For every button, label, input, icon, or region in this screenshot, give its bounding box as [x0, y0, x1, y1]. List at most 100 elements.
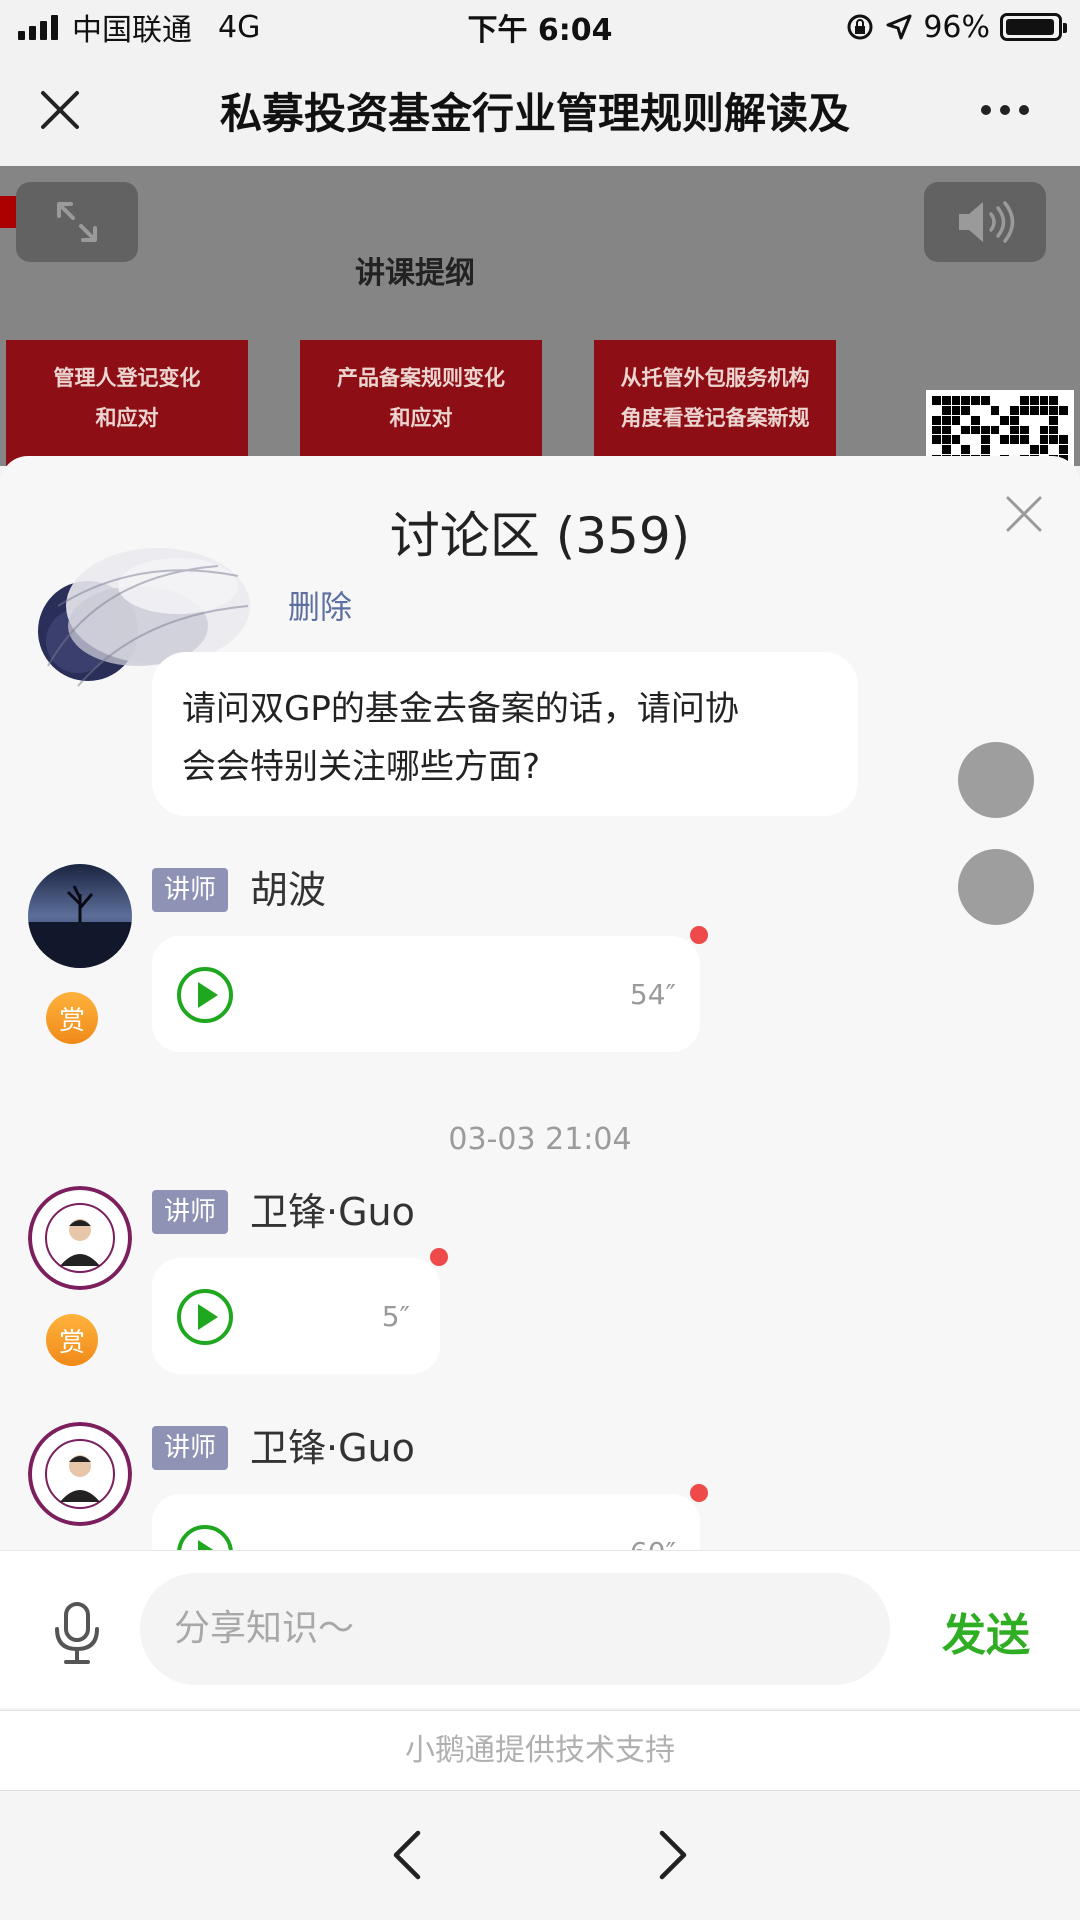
page-title: 私募投资基金行业管理规则解读及	[220, 88, 851, 138]
close-icon[interactable]	[1002, 492, 1046, 536]
video-player[interactable]: 讲课提纲 管理人登记变化 和应对 产品备案规则变化 和应对 从托管外包服务机构 …	[0, 166, 1080, 466]
avatar-image	[28, 864, 132, 968]
slide-box-line: 角度看登记备案新规	[620, 405, 810, 430]
slide-box-line: 从托管外包服务机构	[620, 365, 810, 390]
qr-cell	[971, 396, 980, 405]
qr-cell	[990, 435, 1000, 445]
qr-cell	[980, 415, 990, 425]
more-dot-icon	[1019, 105, 1029, 115]
qr-cell	[1039, 396, 1049, 405]
qr-cell	[951, 445, 961, 455]
slide-outline-box: 从托管外包服务机构 角度看登记备案新规	[594, 340, 836, 466]
qr-cell	[1010, 445, 1020, 455]
reward-button[interactable]: 赏	[46, 992, 98, 1044]
question-text: 请问双GP的基金去备案的话，请问协	[182, 689, 739, 729]
qr-cell	[1010, 415, 1020, 425]
network-label: 4G	[218, 9, 261, 45]
qr-cell	[941, 415, 951, 425]
qr-cell	[980, 425, 990, 435]
status-bar: 中国联通 4G 下午 6:04 96%	[0, 0, 1080, 54]
qr-cell	[990, 445, 1000, 455]
qr-cell	[961, 445, 971, 455]
qr-cell	[1039, 405, 1049, 415]
qr-cell	[1049, 415, 1059, 425]
battery-icon	[1000, 13, 1067, 41]
qr-cell	[1059, 415, 1068, 425]
more-button[interactable]	[930, 54, 1080, 166]
voice-duration: 54″	[629, 978, 676, 1011]
qr-cell	[1049, 435, 1059, 445]
back-arrow-icon[interactable]	[378, 1825, 438, 1885]
delete-link[interactable]: 删除	[288, 582, 352, 628]
battery-fill	[1006, 19, 1054, 35]
voice-bubble[interactable]: 5″	[152, 1248, 448, 1374]
qr-cell	[1000, 405, 1010, 415]
qr-cell	[932, 415, 941, 425]
play-icon[interactable]	[176, 1524, 234, 1550]
qr-cell	[990, 415, 1000, 425]
qr-cell	[941, 396, 951, 405]
question-message: 请问双GP的基金去备案的话，请问协 会会特别关注哪些方面?	[152, 652, 858, 816]
qr-cell	[1000, 415, 1010, 425]
unread-dot	[690, 1484, 708, 1502]
avatar	[28, 864, 132, 968]
qr-cell	[1029, 445, 1039, 455]
nav-bar: 私募投资基金行业管理规则解读及	[0, 54, 1080, 166]
qr-cell	[1029, 396, 1039, 405]
unread-dot	[430, 1248, 448, 1266]
qr-cell	[961, 425, 971, 435]
qr-cell	[971, 435, 980, 445]
voice-bubble[interactable]: 60″	[152, 1484, 708, 1550]
qr-cell	[1000, 445, 1010, 455]
qr-cell	[1059, 425, 1068, 435]
status-left: 中国联通 4G	[18, 5, 260, 49]
qr-cell	[961, 415, 971, 425]
qr-cell	[951, 425, 961, 435]
qr-cell	[1020, 425, 1029, 435]
forward-arrow-icon[interactable]	[642, 1825, 702, 1885]
microphone-icon[interactable]	[52, 1601, 102, 1665]
qr-cell	[1059, 445, 1068, 455]
voice-bubble[interactable]: 54″	[152, 926, 708, 1052]
role-tag: 讲师	[152, 1426, 229, 1470]
qr-cell	[1020, 445, 1029, 455]
qr-cell	[990, 405, 1000, 415]
qr-cell	[1010, 425, 1020, 435]
qr-cell	[980, 435, 990, 445]
slide-decoration	[0, 196, 16, 228]
comment-input[interactable]: 分享知识～	[140, 1573, 890, 1685]
play-icon[interactable]	[176, 966, 234, 1024]
qr-cell	[971, 415, 980, 425]
qr-cell	[1059, 405, 1068, 415]
send-button[interactable]: 发送	[942, 1599, 1030, 1663]
slide-box-line: 产品备案规则变化	[337, 365, 505, 390]
signal-icon	[18, 14, 58, 40]
floating-button[interactable]	[958, 849, 1034, 925]
qr-cell	[961, 435, 971, 445]
role-tag: 讲师	[152, 1190, 229, 1234]
close-button[interactable]	[0, 54, 120, 166]
avatar	[28, 1186, 132, 1290]
qr-cell	[1010, 405, 1020, 415]
qr-cell	[1020, 415, 1029, 425]
play-icon[interactable]	[176, 1288, 234, 1346]
floating-button[interactable]	[958, 742, 1034, 818]
qr-cell	[971, 405, 980, 415]
qr-cell	[1049, 396, 1059, 405]
qr-cell	[951, 405, 961, 415]
qr-cell	[1000, 425, 1010, 435]
slide-box-line: 和应对	[389, 405, 453, 430]
qr-cell	[941, 435, 951, 445]
question-text: 会会特别关注哪些方面?	[182, 747, 541, 787]
qr-cell	[932, 435, 941, 445]
carrier-label: 中国联通	[72, 13, 192, 48]
fullscreen-button[interactable]	[16, 182, 138, 262]
qr-cell	[1049, 425, 1059, 435]
speaker-icon	[959, 201, 1015, 243]
location-arrow-icon	[886, 14, 912, 40]
powered-by: 小鹅通提供技术支持	[0, 1710, 1080, 1790]
author-name: 胡波	[250, 868, 327, 912]
volume-button[interactable]	[924, 182, 1046, 262]
reward-button[interactable]: 赏	[46, 1314, 98, 1366]
qr-cell	[1020, 405, 1029, 415]
